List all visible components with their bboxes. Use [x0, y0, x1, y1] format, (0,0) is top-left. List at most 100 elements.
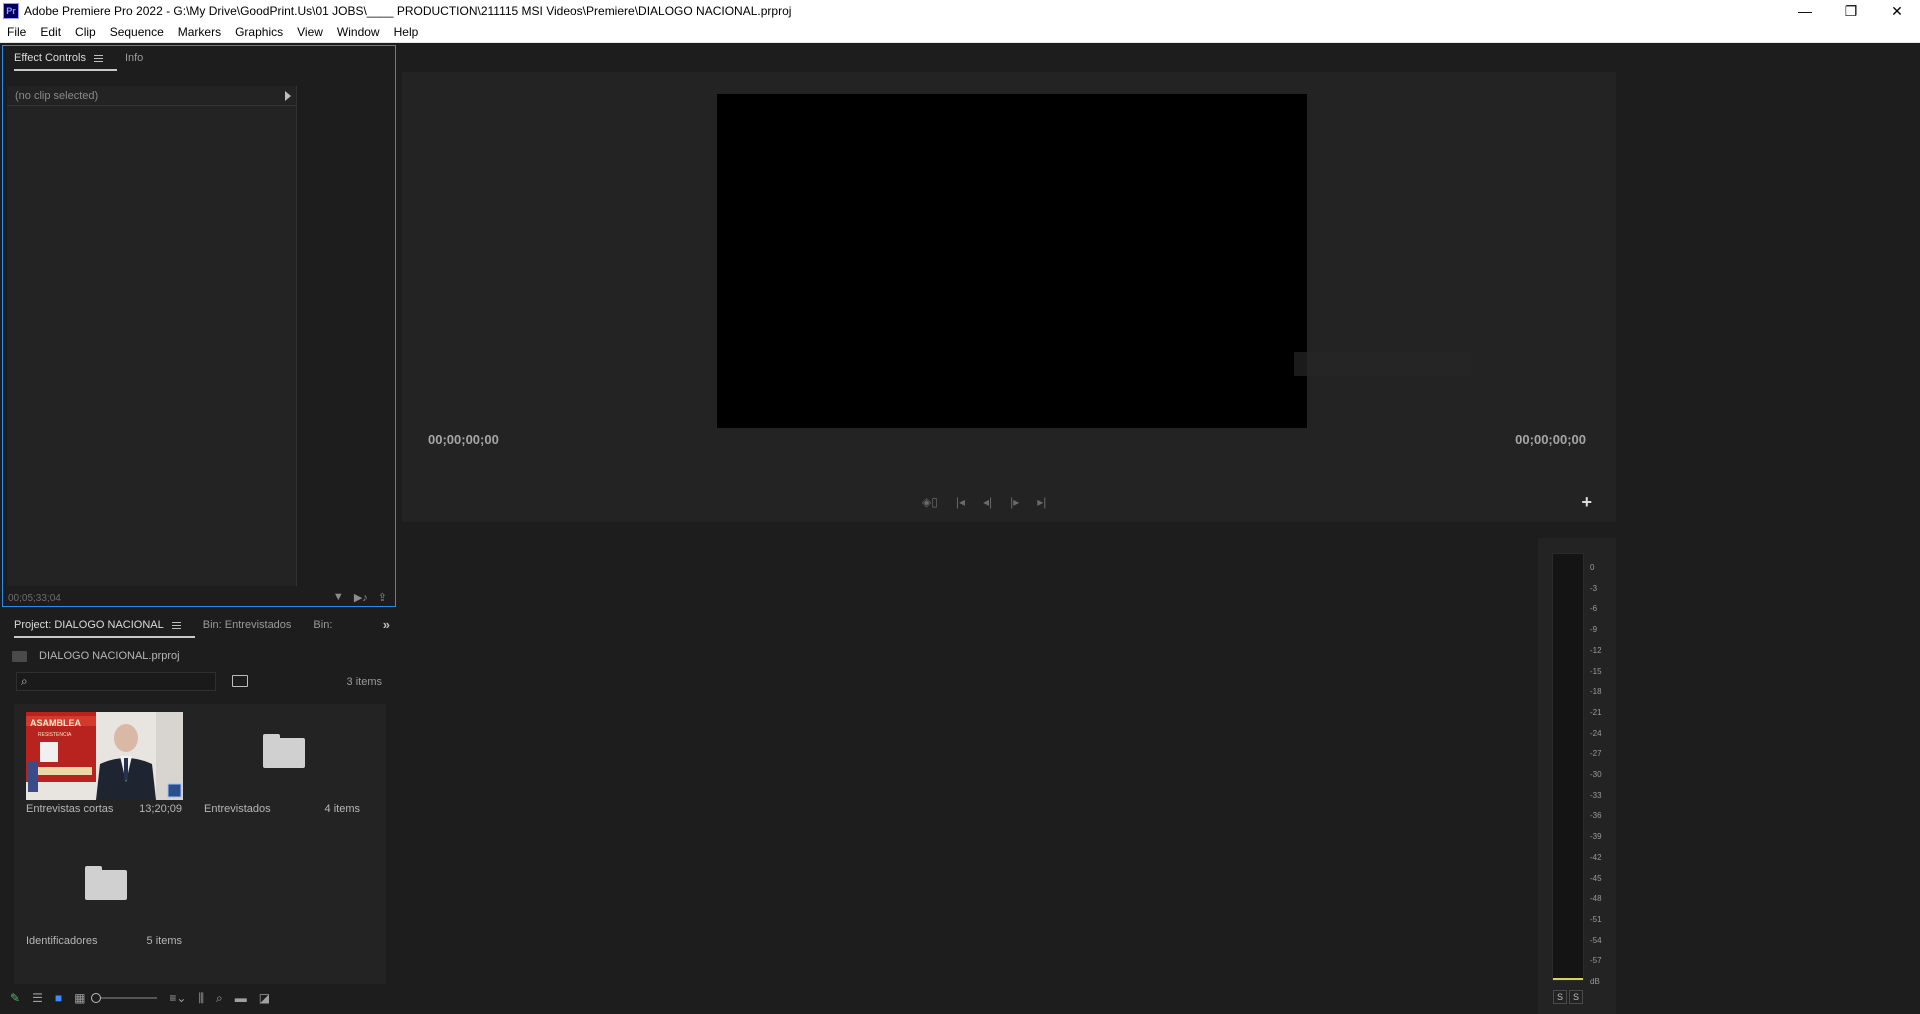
db-tick: -57	[1590, 956, 1602, 966]
playhead-timecode[interactable]: 00;00;00;00	[428, 432, 499, 447]
item-count-badge: 5 items	[146, 935, 182, 947]
window-title: Adobe Premiere Pro 2022 - G:\My Drive\Go…	[24, 4, 792, 18]
item-count-badge: 4 items	[324, 803, 360, 815]
project-file-row: DIALOGO NACIONAL.prproj	[12, 650, 180, 662]
menu-graphics[interactable]: Graphics	[228, 22, 290, 43]
step-forward-icon[interactable]: |▸	[1010, 495, 1019, 509]
button-editor-add-button[interactable]: +	[1581, 492, 1592, 513]
new-item-icon[interactable]: ◪	[259, 991, 270, 1005]
item-label: Entrevistados	[204, 803, 271, 815]
folder-icon[interactable]	[263, 734, 305, 768]
db-tick: -48	[1590, 894, 1602, 904]
menu-help[interactable]: Help	[387, 22, 426, 43]
folder-icon[interactable]	[85, 866, 127, 900]
item-count: 3 items	[346, 676, 382, 688]
project-footer-toolbar: ✎ ☰ ■ ▦ ≡⌄ ⫼ ⌕ ▬ ◪	[10, 986, 390, 1010]
menu-window[interactable]: Window	[330, 22, 387, 43]
db-tick: -30	[1590, 770, 1602, 780]
banner-top-text: ASAMBLEA	[30, 718, 81, 728]
menu-view[interactable]: View	[290, 22, 330, 43]
menu-sequence[interactable]: Sequence	[103, 22, 171, 43]
export-icon[interactable]: ⇪	[378, 591, 387, 604]
step-back-icon[interactable]: ◂|	[983, 495, 992, 509]
video-preview[interactable]	[717, 94, 1307, 428]
item-label: Identificadores	[26, 935, 98, 947]
no-clip-label: (no clip selected)	[15, 90, 99, 102]
filter-icon[interactable]: ▼	[333, 591, 344, 604]
tab-info[interactable]: Info	[125, 47, 143, 69]
db-tick: -27	[1590, 749, 1602, 759]
title-bar: Pr Adobe Premiere Pro 2022 - G:\My Drive…	[0, 0, 1920, 22]
window-controls: — ❐ ✕	[1782, 0, 1920, 22]
effect-controls-list: (no clip selected)	[7, 86, 297, 586]
add-marker-icon[interactable]: ◈▯	[922, 495, 938, 509]
more-tabs-icon[interactable]: »	[383, 617, 390, 632]
close-button[interactable]: ✕	[1874, 0, 1920, 22]
project-panel: Project: DIALOGO NACIONAL Bin: Entrevist…	[2, 612, 396, 1014]
db-tick: 0	[1590, 563, 1595, 572]
tab-project[interactable]: Project: DIALOGO NACIONAL	[14, 614, 195, 638]
menu-clip[interactable]: Clip	[68, 22, 103, 43]
find-icon[interactable]: ⌕	[216, 991, 223, 1006]
db-tick: -12	[1590, 645, 1602, 655]
menu-markers[interactable]: Markers	[171, 22, 228, 43]
db-tick: -15	[1590, 666, 1602, 676]
audio-meter: 0 -3 -6 -9 -12 -15 -18 -21 -24 -27 -30 -…	[1538, 538, 1616, 1014]
solo-left-button[interactable]: S	[1553, 990, 1567, 1004]
project-item-entrevistados[interactable]: Entrevistados 4 items	[192, 704, 372, 834]
panel-menu-icon[interactable]	[171, 620, 181, 631]
overlay-bar	[1294, 352, 1470, 376]
project-item-entrevistas-cortas[interactable]: ASAMBLEA RESISTENCIA Entrevistas cortas …	[14, 704, 194, 834]
solo-right-button[interactable]: S	[1569, 990, 1583, 1004]
effect-controls-timecode[interactable]: 00;05;33;04	[8, 593, 61, 604]
db-tick: -18	[1590, 687, 1602, 697]
go-to-in-icon[interactable]: |◂	[956, 495, 965, 509]
menu-file[interactable]: File	[0, 22, 33, 43]
zoom-slider[interactable]	[91, 993, 158, 1003]
sequence-thumbnail[interactable]: ASAMBLEA RESISTENCIA	[26, 712, 183, 800]
tab-bin[interactable]: Bin:	[313, 614, 332, 636]
db-tick: -54	[1590, 935, 1602, 945]
project-panel-tabs: Project: DIALOGO NACIONAL Bin: Entrevist…	[2, 612, 396, 638]
thumbnail-image: ASAMBLEA RESISTENCIA	[26, 712, 183, 800]
menu-edit[interactable]: Edit	[33, 22, 68, 43]
search-icon: ⌕	[21, 674, 28, 688]
restore-button[interactable]: ❐	[1828, 0, 1874, 22]
tab-bin-entrevistados[interactable]: Bin: Entrevistados	[203, 614, 292, 636]
pencil-icon[interactable]: ✎	[10, 991, 20, 1005]
db-tick: -39	[1590, 832, 1602, 842]
minimize-button[interactable]: —	[1782, 0, 1828, 22]
freeform-view-icon[interactable]: ▦	[74, 991, 85, 1005]
new-bin-icon[interactable]: ▬	[235, 991, 247, 1005]
project-item-identificadores[interactable]: Identificadores 5 items	[14, 836, 194, 966]
automate-to-sequence-icon[interactable]: ⫼	[198, 991, 204, 1006]
db-tick: -24	[1590, 728, 1602, 738]
tab-effect-controls-label: Effect Controls	[14, 52, 86, 64]
project-search: ⌕	[16, 672, 216, 691]
list-view-icon[interactable]: ☰	[32, 991, 43, 1005]
go-to-out-icon[interactable]: ▸|	[1037, 495, 1046, 509]
item-label: Entrevistas cortas	[26, 803, 114, 815]
duration-timecode: 00;00;00;00	[1515, 432, 1586, 447]
effect-panel-tabs: Effect Controls Info	[3, 46, 395, 71]
db-tick: -6	[1590, 604, 1598, 614]
expand-arrow-icon[interactable]	[285, 91, 291, 101]
icon-view-icon[interactable]: ■	[55, 991, 62, 1005]
db-tick: -36	[1590, 811, 1602, 821]
search-input[interactable]	[37, 674, 207, 689]
panel-menu-icon[interactable]	[93, 53, 103, 64]
new-search-bin-icon[interactable]	[232, 675, 248, 687]
tab-project-label: Project: DIALOGO NACIONAL	[14, 619, 164, 631]
db-tick: -42	[1590, 852, 1602, 862]
tab-effect-controls[interactable]: Effect Controls	[14, 47, 117, 71]
db-tick: -51	[1590, 914, 1602, 924]
solo-buttons: S S	[1553, 990, 1583, 1004]
sort-icon[interactable]: ≡⌄	[169, 991, 186, 1005]
project-file-name: DIALOGO NACIONAL.prproj	[39, 650, 180, 662]
premiere-logo-icon: Pr	[3, 3, 19, 19]
effect-footer-icons: ▼ ▶♪ ⇪	[333, 591, 387, 604]
play-audio-icon[interactable]: ▶♪	[354, 591, 368, 604]
audio-level-bar	[1552, 553, 1584, 981]
no-clip-header: (no clip selected)	[7, 86, 297, 106]
db-tick: -3	[1590, 583, 1598, 593]
